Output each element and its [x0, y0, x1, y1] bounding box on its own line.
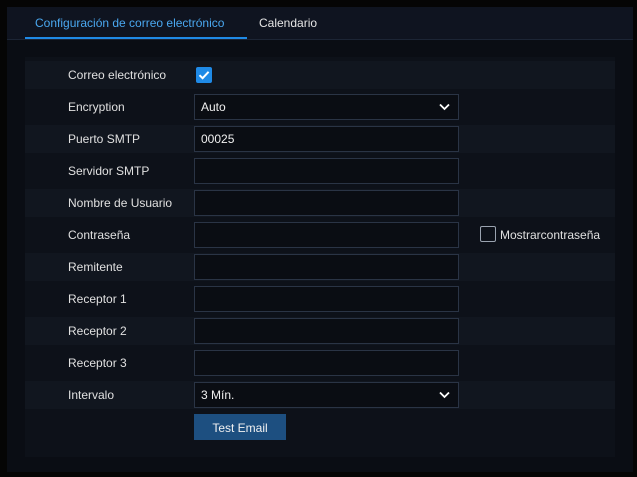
username-input[interactable]	[194, 190, 459, 216]
row-password: Contraseña Mostrarcontraseña	[25, 221, 615, 249]
row-receiver-1: Receptor 1	[25, 285, 615, 313]
smtp-server-label: Servidor SMTP	[68, 164, 150, 178]
encryption-label: Encryption	[68, 100, 125, 114]
receiver-1-input[interactable]	[194, 286, 459, 312]
email-enable-checkbox[interactable]	[196, 67, 212, 83]
email-enable-label: Correo electrónico	[68, 68, 167, 82]
encryption-value: Auto	[201, 100, 226, 114]
row-sender: Remitente	[25, 253, 615, 281]
checkbox-checked-icon	[198, 71, 210, 80]
row-receiver-2: Receptor 2	[25, 317, 615, 345]
test-email-button[interactable]: Test Email	[194, 414, 286, 440]
row-receiver-3: Receptor 3	[25, 349, 615, 377]
receiver-1-label: Receptor 1	[68, 292, 127, 306]
receiver-2-input[interactable]	[194, 318, 459, 344]
tab-email-config[interactable]: Configuración de correo electrónico	[35, 7, 224, 39]
chevron-down-icon	[439, 391, 450, 399]
active-tab-indicator	[25, 37, 247, 39]
smtp-port-input[interactable]: 00025	[194, 126, 459, 152]
receiver-3-label: Receptor 3	[68, 356, 127, 370]
email-settings-panel: Configuración de correo electrónico Cale…	[7, 7, 633, 472]
encryption-select[interactable]: Auto	[194, 94, 459, 120]
row-interval: Intervalo 3 Mín.	[25, 381, 615, 409]
row-email-enable: Correo electrónico	[25, 61, 615, 89]
row-username: Nombre de Usuario	[25, 189, 615, 217]
show-password-label[interactable]: Mostrarcontraseña	[500, 221, 600, 249]
interval-value: 3 Mín.	[201, 388, 235, 402]
email-settings-form: Correo electrónico Encryption Auto Puert…	[25, 57, 615, 457]
sender-input[interactable]	[194, 254, 459, 280]
row-smtp-port: Puerto SMTP 00025	[25, 125, 615, 153]
tab-calendar[interactable]: Calendario	[259, 7, 317, 39]
tab-bar: Configuración de correo electrónico Cale…	[7, 7, 633, 40]
row-smtp-server: Servidor SMTP	[25, 157, 615, 185]
show-password-checkbox[interactable]	[480, 226, 496, 242]
smtp-server-input[interactable]	[194, 158, 459, 184]
chevron-down-icon	[439, 103, 450, 111]
receiver-2-label: Receptor 2	[68, 324, 127, 338]
row-encryption: Encryption Auto	[25, 93, 615, 121]
password-label: Contraseña	[68, 228, 131, 242]
interval-label: Intervalo	[68, 388, 115, 402]
password-input[interactable]	[194, 222, 459, 248]
sender-label: Remitente	[68, 260, 123, 274]
username-label: Nombre de Usuario	[68, 196, 173, 210]
smtp-port-label: Puerto SMTP	[68, 132, 141, 146]
receiver-3-input[interactable]	[194, 350, 459, 376]
interval-select[interactable]: 3 Mín.	[194, 382, 459, 408]
